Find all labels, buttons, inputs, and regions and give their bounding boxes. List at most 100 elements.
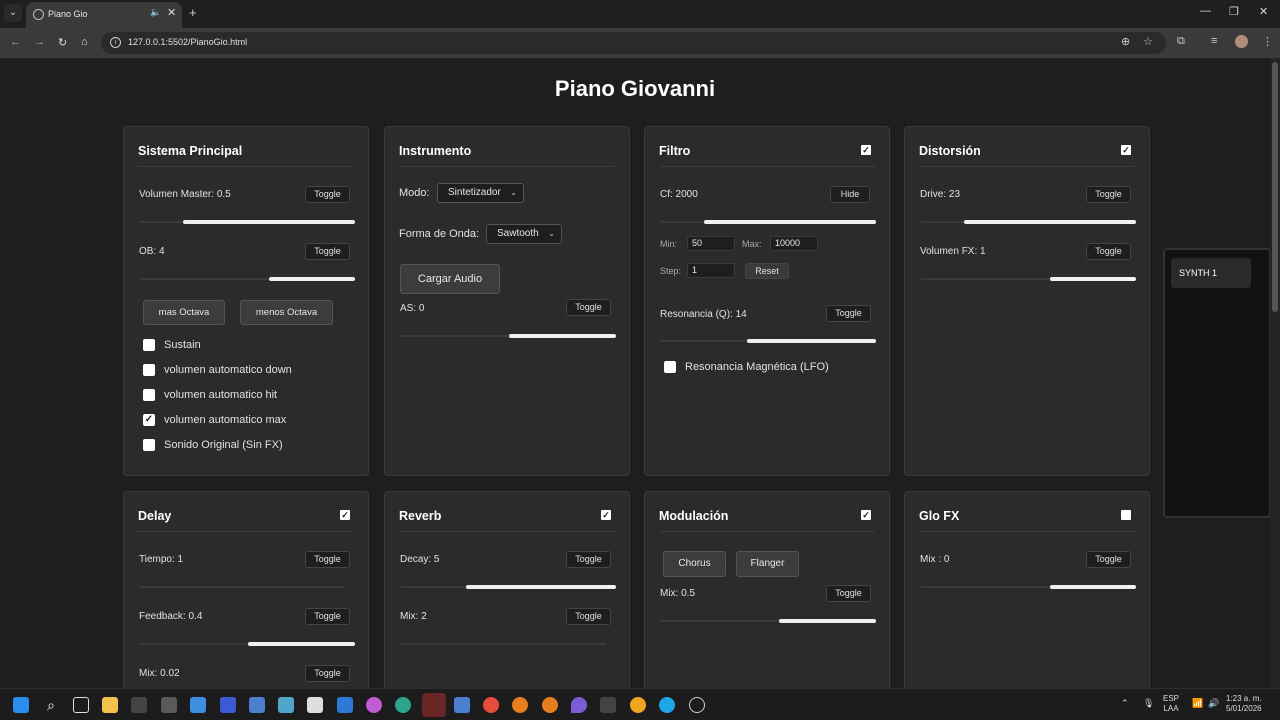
- opera-icon[interactable]: [422, 693, 446, 717]
- app-icon[interactable]: [220, 697, 236, 713]
- close-window-icon[interactable]: ✕: [1259, 5, 1268, 18]
- media-control-icon[interactable]: ≡: [1211, 35, 1217, 47]
- glo-fx-mix-slider[interactable]: [921, 585, 1136, 589]
- tiempo-toggle-button[interactable]: Toggle: [305, 551, 350, 568]
- extensions-icon[interactable]: ⧉: [1177, 35, 1185, 48]
- resonancia-slider[interactable]: [661, 339, 876, 343]
- restore-icon[interactable]: ❐: [1229, 5, 1239, 18]
- forward-icon[interactable]: →: [34, 36, 45, 48]
- ob-slider[interactable]: [140, 277, 355, 281]
- sistema-checkbox[interactable]: ✓: [143, 414, 155, 426]
- volumen-slider[interactable]: [140, 220, 355, 224]
- reverb-mix-toggle-button[interactable]: Toggle: [566, 608, 611, 625]
- feedback-toggle-button[interactable]: Toggle: [305, 608, 350, 625]
- blender-icon[interactable]: [512, 697, 528, 713]
- task-view-icon[interactable]: [73, 697, 89, 713]
- drive-toggle-button[interactable]: Toggle: [1086, 186, 1131, 203]
- as-slider[interactable]: [401, 334, 616, 338]
- back-icon[interactable]: ←: [10, 36, 21, 48]
- reverb-mix-slider[interactable]: [401, 642, 606, 646]
- volumen-toggle-button[interactable]: Toggle: [305, 186, 350, 203]
- app-icon[interactable]: [571, 697, 587, 713]
- sistema-checkbox[interactable]: [143, 364, 155, 376]
- filtro-enable-checkbox[interactable]: ✓: [861, 145, 871, 155]
- search-icon[interactable]: ⌕: [43, 697, 59, 713]
- modulacion-mix-toggle-button[interactable]: Toggle: [826, 585, 871, 602]
- volume-icon[interactable]: 🔊: [1208, 698, 1219, 708]
- language-indicator[interactable]: ESP LAA: [1163, 694, 1179, 714]
- reverb-enable-checkbox[interactable]: ✓: [601, 510, 611, 520]
- app-icon[interactable]: [131, 697, 147, 713]
- resonancia-toggle-button[interactable]: Toggle: [826, 305, 871, 322]
- decay-slider[interactable]: [401, 585, 616, 589]
- chorus-button[interactable]: Chorus: [663, 551, 726, 577]
- browser-menu-icon[interactable]: ⋮: [1262, 35, 1273, 48]
- volumen-fx-slider[interactable]: [921, 277, 1136, 281]
- delay-mix-toggle-button[interactable]: Toggle: [305, 665, 350, 682]
- home-icon[interactable]: ⌂: [81, 36, 88, 48]
- app-icon[interactable]: [366, 697, 382, 713]
- as-toggle-button[interactable]: Toggle: [566, 299, 611, 316]
- volumen-fx-toggle-button[interactable]: Toggle: [1086, 243, 1131, 260]
- distorsion-enable-checkbox[interactable]: ✓: [1121, 145, 1131, 155]
- tray-chevron-icon[interactable]: ⌃: [1121, 698, 1129, 708]
- store-icon[interactable]: [307, 697, 323, 713]
- sistema-checkbox[interactable]: [143, 339, 155, 351]
- file-explorer-icon[interactable]: [102, 697, 118, 713]
- url-bar[interactable]: i 127.0.0.1:5502/PianoGio.html: [101, 32, 1166, 54]
- app-icon[interactable]: [249, 697, 265, 713]
- sistema-checkbox[interactable]: [143, 389, 155, 401]
- min-input[interactable]: 50: [687, 236, 735, 251]
- cargar-audio-button[interactable]: Cargar Audio: [400, 264, 500, 294]
- lfo-checkbox[interactable]: [664, 361, 676, 373]
- delay-enable-checkbox[interactable]: ✓: [340, 510, 350, 520]
- site-info-icon[interactable]: i: [110, 37, 121, 48]
- mas-octava-button[interactable]: mas Octava: [143, 300, 225, 325]
- cf-hide-button[interactable]: Hide: [830, 186, 870, 203]
- tiempo-slider[interactable]: [140, 585, 345, 589]
- app-icon[interactable]: [689, 697, 705, 713]
- synth-1-item[interactable]: SYNTH 1: [1171, 258, 1251, 288]
- glo-fx-enable-checkbox[interactable]: [1121, 510, 1131, 520]
- app-icon[interactable]: [600, 697, 616, 713]
- blender-icon[interactable]: [542, 697, 558, 713]
- notepad-icon[interactable]: [190, 697, 206, 713]
- zoom-icon[interactable]: ⊕: [1121, 35, 1130, 48]
- windows-start-icon[interactable]: [13, 697, 29, 713]
- modulacion-mix-slider[interactable]: [661, 619, 876, 623]
- forma-onda-select[interactable]: Sawtooth ⌄: [486, 224, 562, 244]
- reset-button[interactable]: Reset: [745, 263, 789, 279]
- app-icon[interactable]: [454, 697, 470, 713]
- flanger-button[interactable]: Flanger: [736, 551, 799, 577]
- wifi-icon[interactable]: 📶: [1192, 698, 1203, 708]
- minimize-icon[interactable]: —: [1200, 5, 1211, 17]
- close-tab-icon[interactable]: ✕: [167, 6, 176, 19]
- tab-search-icon[interactable]: ⌄: [4, 4, 22, 22]
- sistema-checkbox[interactable]: [143, 439, 155, 451]
- max-input[interactable]: 10000: [770, 236, 818, 251]
- audio-icon[interactable]: 🔈: [150, 7, 161, 18]
- cf-slider[interactable]: [661, 220, 876, 224]
- glo-fx-mix-toggle-button[interactable]: Toggle: [1086, 551, 1131, 568]
- ob-toggle-button[interactable]: Toggle: [305, 243, 350, 260]
- microphone-icon[interactable]: 🎙: [1143, 698, 1154, 708]
- drive-slider[interactable]: [921, 220, 1136, 224]
- menos-octava-button[interactable]: menos Octava: [240, 300, 333, 325]
- page-scrollbar[interactable]: [1270, 58, 1280, 688]
- clock[interactable]: 1:23 a. m. 5/01/2026: [1226, 694, 1262, 714]
- chrome-icon[interactable]: [483, 697, 499, 713]
- modo-select[interactable]: Sintetizador ⌄: [437, 183, 524, 203]
- modulacion-enable-checkbox[interactable]: ✓: [861, 510, 871, 520]
- vscode-icon[interactable]: [337, 697, 353, 713]
- step-input[interactable]: 1: [687, 263, 735, 278]
- profile-avatar[interactable]: [1235, 35, 1248, 48]
- feedback-slider[interactable]: [140, 642, 355, 646]
- edge-icon[interactable]: [659, 697, 675, 713]
- new-tab-icon[interactable]: +: [189, 5, 197, 20]
- app-icon[interactable]: [630, 697, 646, 713]
- scrollbar-thumb[interactable]: [1272, 62, 1278, 312]
- app-icon[interactable]: [161, 697, 177, 713]
- bookmark-star-icon[interactable]: ☆: [1143, 35, 1153, 48]
- app-icon[interactable]: [278, 697, 294, 713]
- reload-icon[interactable]: ↻: [58, 36, 67, 49]
